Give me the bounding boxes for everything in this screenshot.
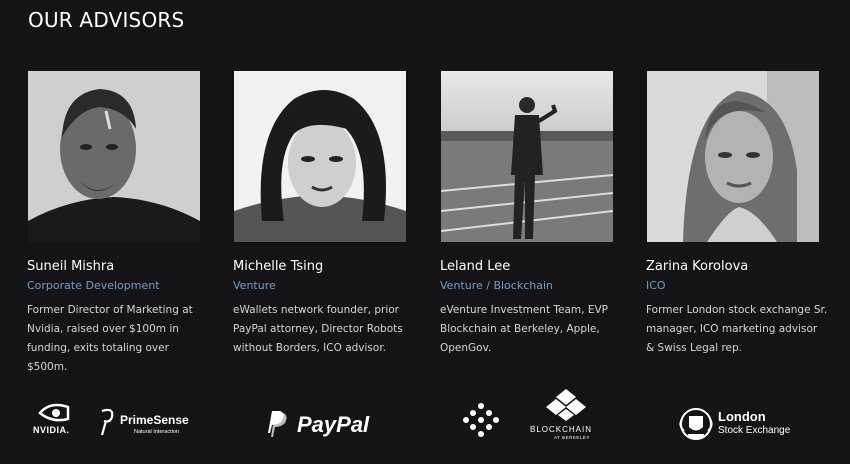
advisor-card: Suneil Mishra Corporate Development Form…: [27, 71, 201, 377]
advisor-name: Michelle Tsing: [233, 259, 324, 274]
section-title: OUR ADVISORS: [28, 8, 185, 32]
advisor-card: Leland Lee Venture / Blockchain eVenture…: [440, 71, 614, 358]
advisor-role[interactable]: Venture / Blockchain: [440, 279, 614, 292]
lse-line1: London: [718, 409, 766, 424]
advisor-bio: eWallets network founder, prior PayPal a…: [233, 304, 403, 354]
lse-logo: London Stock Exchange: [678, 407, 798, 443]
blockchain-sub: AT BERKELEY: [554, 435, 590, 440]
paypal-logo-icon: [268, 411, 287, 437]
primesense-wordmark: PrimeSense: [120, 413, 189, 427]
advisor-role[interactable]: Venture: [233, 279, 407, 292]
advisor-photo: [234, 71, 406, 242]
advisor-photo: [28, 71, 200, 242]
advisor-card: Michelle Tsing Venture eWallets network …: [233, 71, 407, 358]
primesense-tagline: Natural Interaction: [134, 429, 179, 435]
advisor-bio: eVenture Investment Team, EVP Blockchain…: [440, 304, 608, 354]
dots-logo: [462, 403, 500, 437]
advisor-role[interactable]: ICO: [646, 279, 820, 292]
primesense-logo-icon: [100, 408, 114, 436]
advisor-bio: Former London stock exchange Sr. manager…: [646, 304, 828, 354]
advisor-photo: [441, 71, 613, 242]
blockchain-wordmark: BLOCKCHAIN: [530, 425, 593, 434]
nvidia-logo-icon: [38, 403, 70, 422]
blockchain-logo-icon: [546, 389, 586, 421]
paypal-logo: PayPal: [265, 411, 380, 443]
primesense-logo: PrimeSense Natural Interaction: [98, 407, 198, 443]
advisor-card: Zarina Korolova ICO Former London stock …: [646, 71, 827, 358]
paypal-wordmark: PayPal: [297, 412, 370, 437]
advisor-name: Suneil Mishra: [27, 259, 115, 274]
advisor-photo: [647, 71, 819, 242]
lse-line2: Stock Exchange: [718, 425, 791, 436]
nvidia-logo: NVIDIA.: [33, 403, 79, 439]
advisor-name: Leland Lee: [440, 259, 511, 274]
dots-logo-icon: [463, 403, 499, 437]
advisor-role[interactable]: Corporate Development: [27, 279, 201, 292]
nvidia-wordmark: NVIDIA.: [33, 425, 70, 435]
advisor-bio: Former Director of Marketing at Nvidia, …: [27, 304, 193, 373]
advisor-name: Zarina Korolova: [646, 259, 749, 274]
partner-logos: NVIDIA. PrimeSense Natural Interaction P…: [0, 389, 850, 455]
lse-crest-icon: [679, 408, 713, 440]
blockchain-logo: BLOCKCHAIN AT BERKELEY: [528, 389, 604, 441]
